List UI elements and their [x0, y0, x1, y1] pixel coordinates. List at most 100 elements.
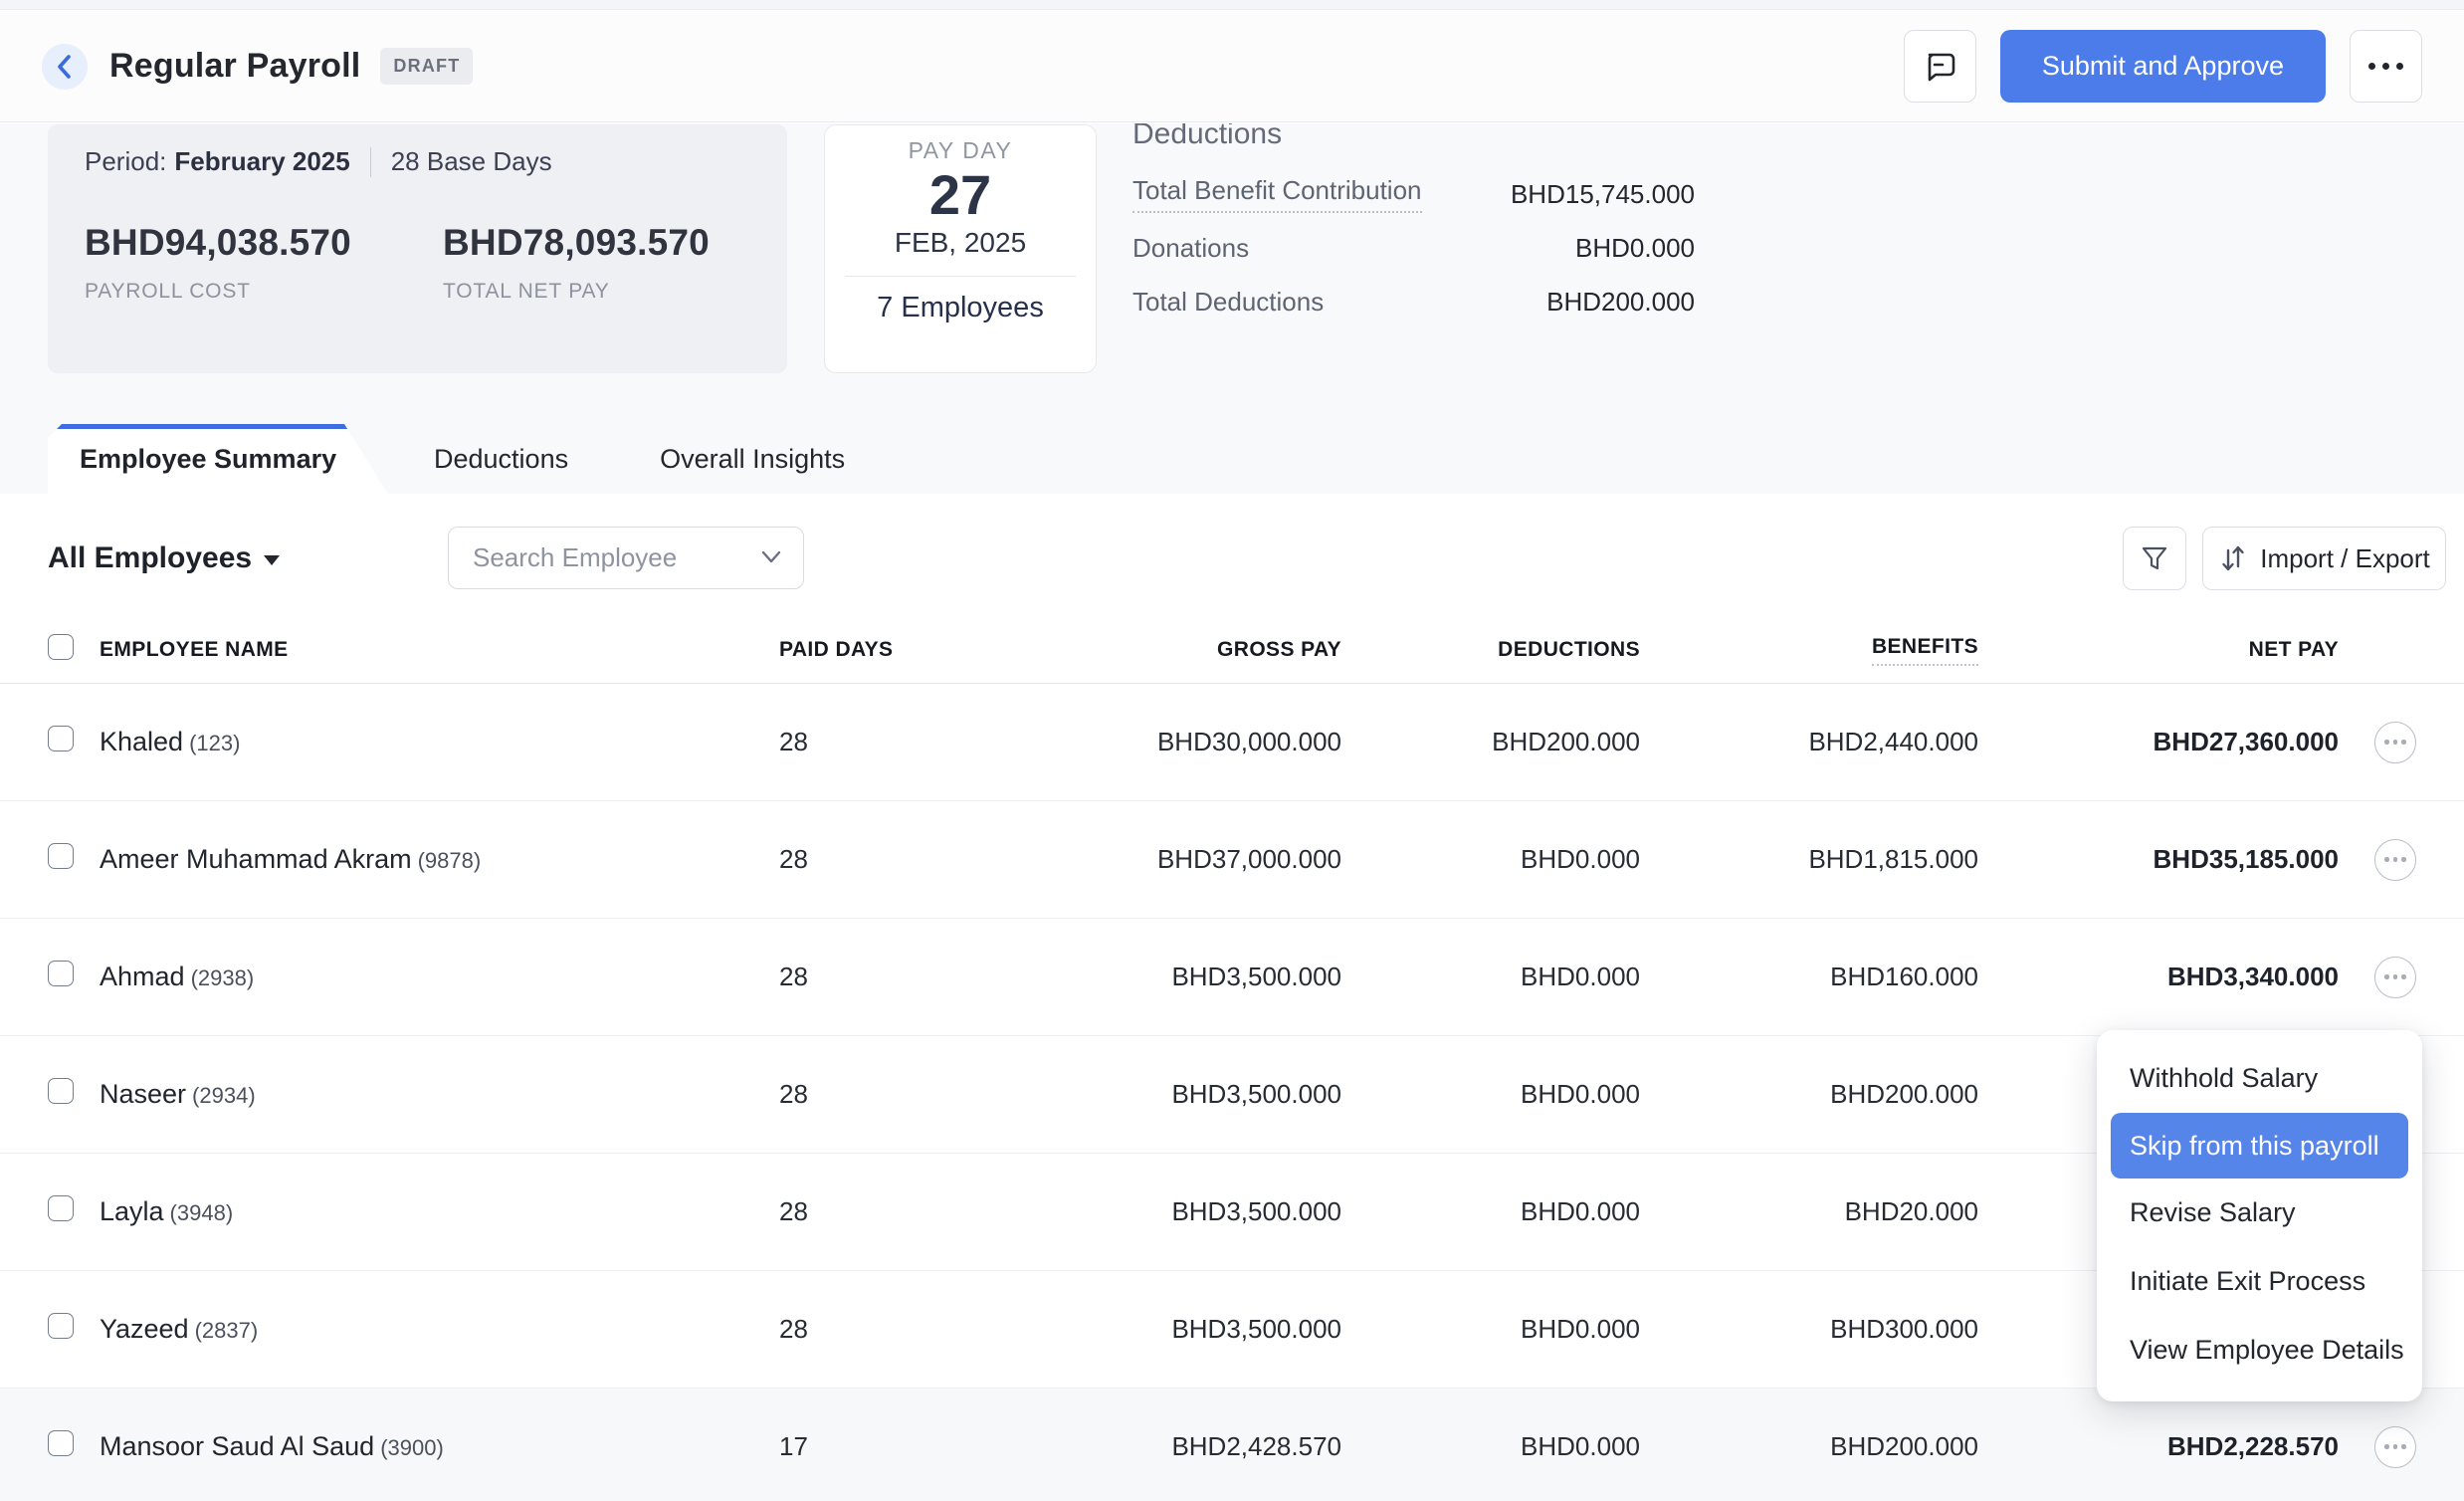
divider [845, 276, 1076, 277]
employee-filter-dropdown[interactable]: All Employees [48, 528, 280, 589]
back-button[interactable] [42, 44, 88, 90]
submit-and-approve-button[interactable]: Submit and Approve [2000, 30, 2326, 103]
payroll-cost-label: PAYROLL COST [85, 280, 443, 304]
base-days: 28 Base Days [391, 146, 552, 177]
gross-pay-cell: BHD3,500.000 [896, 962, 1341, 992]
tabs: Employee SummaryDeductionsOverall Insigh… [48, 424, 891, 494]
paid-days-cell: 28 [779, 727, 896, 757]
row-actions-button[interactable] [2374, 722, 2416, 763]
row-checkbox[interactable] [48, 961, 74, 986]
chevron-left-icon [54, 52, 76, 82]
gross-pay-cell: BHD2,428.570 [896, 1431, 1341, 1462]
table-row[interactable]: Naseer(2934)28BHD3,500.000BHD0.000BHD200… [0, 1036, 2464, 1154]
menu-item-view-employee-details[interactable]: View Employee Details [2097, 1316, 2422, 1385]
total-net-pay-label: TOTAL NET PAY [443, 280, 801, 304]
table-row[interactable]: Mansoor Saud Al Saud(3900)17BHD2,428.570… [0, 1389, 2464, 1501]
total-net-pay-value: BHD78,093.570 [443, 222, 801, 264]
deductions-cell: BHD0.000 [1341, 1314, 1640, 1345]
paid-days-cell: 28 [779, 1196, 896, 1227]
deductions-cell: BHD0.000 [1341, 1196, 1640, 1227]
gross-pay-cell: BHD30,000.000 [896, 727, 1341, 757]
tab-overall-insights[interactable]: Overall Insights [614, 424, 891, 494]
deduction-value: BHD15,745.000 [1511, 179, 1695, 210]
divider [370, 147, 371, 177]
benefits-cell: BHD1,815.000 [1640, 844, 1978, 875]
more-options-button[interactable] [2350, 30, 2422, 103]
row-actions-button[interactable] [2374, 839, 2416, 881]
pay-day-card: PAY DAY 27 FEB, 2025 7 Employees [824, 124, 1097, 373]
benefits-cell: BHD20.000 [1640, 1196, 1978, 1227]
filter-button[interactable] [2123, 527, 2186, 590]
paid-days-cell: 28 [779, 962, 896, 992]
employee-filter-label: All Employees [48, 541, 252, 575]
employee-name-cell: Naseer(2934) [100, 1079, 779, 1110]
deductions-cell: BHD0.000 [1341, 1431, 1640, 1462]
period-value: February 2025 [174, 146, 349, 177]
pay-day-label: PAY DAY [825, 137, 1096, 164]
row-actions-button[interactable] [2374, 1426, 2416, 1468]
row-checkbox[interactable] [48, 1313, 74, 1339]
net-pay-cell: BHD27,360.000 [1978, 727, 2339, 757]
table-body: Khaled(123)28BHD30,000.000BHD200.000BHD2… [0, 684, 2464, 1501]
comment-bubble-icon [1922, 49, 1957, 85]
table-row[interactable]: Layla(3948)28BHD3,500.000BHD0.000BHD20.0… [0, 1154, 2464, 1271]
import-export-arrows-icon [2218, 541, 2248, 575]
deductions-heading: Deductions [1132, 123, 1695, 154]
row-actions-button[interactable] [2374, 957, 2416, 998]
table-row[interactable]: Ahmad(2938)28BHD3,500.000BHD0.000BHD160.… [0, 919, 2464, 1036]
row-checkbox[interactable] [48, 726, 74, 751]
deductions-cell: BHD0.000 [1341, 962, 1640, 992]
row-checkbox[interactable] [48, 1195, 74, 1221]
pay-day-date: 27 [825, 166, 1096, 225]
import-export-label: Import / Export [2260, 543, 2430, 574]
benefits-cell: BHD200.000 [1640, 1079, 1978, 1110]
deduction-label: Donations [1132, 233, 1249, 264]
deduction-value: BHD200.000 [1546, 287, 1695, 318]
deduction-label: Total Deductions [1132, 287, 1324, 318]
deductions-panel: Deductions Total Benefit Contribution BHD… [1132, 123, 1695, 328]
import-export-button[interactable]: Import / Export [2202, 527, 2446, 590]
row-checkbox[interactable] [48, 1078, 74, 1104]
deduction-value: BHD0.000 [1575, 233, 1695, 264]
table-row[interactable]: Yazeed(2837)28BHD3,500.000BHD0.000BHD300… [0, 1271, 2464, 1389]
gross-pay-cell: BHD3,500.000 [896, 1314, 1341, 1345]
paid-days-cell: 28 [779, 1314, 896, 1345]
benefits-cell: BHD300.000 [1640, 1314, 1978, 1345]
deduction-row: Total Benefit Contribution BHD15,745.000 [1132, 167, 1695, 221]
paid-days-cell: 28 [779, 844, 896, 875]
column-paid-days: PAID DAYS [779, 638, 896, 662]
net-pay-cell: BHD3,340.000 [1978, 962, 2339, 992]
benefits-cell: BHD160.000 [1640, 962, 1978, 992]
menu-item-initiate-exit-process[interactable]: Initiate Exit Process [2097, 1247, 2422, 1316]
select-all-checkbox[interactable] [48, 634, 74, 660]
menu-item-withhold-salary[interactable]: Withhold Salary [2097, 1044, 2422, 1113]
deductions-cell: BHD200.000 [1341, 727, 1640, 757]
table-row[interactable]: Ameer Muhammad Akram(9878)28BHD37,000.00… [0, 801, 2464, 919]
deductions-cell: BHD0.000 [1341, 1079, 1640, 1110]
benefits-cell: BHD2,440.000 [1640, 727, 1978, 757]
menu-item-revise-salary[interactable]: Revise Salary [2097, 1179, 2422, 1247]
period-label: Period: [85, 146, 166, 177]
status-badge: DRAFT [380, 48, 473, 85]
table-header: EMPLOYEE NAME PAID DAYS GROSS PAY DEDUCT… [0, 617, 2464, 684]
row-checkbox[interactable] [48, 843, 74, 869]
table-toolbar: All Employees Import / Export [0, 494, 2464, 617]
comments-button[interactable] [1904, 30, 1976, 103]
top-strip [0, 0, 2464, 10]
paid-days-cell: 17 [779, 1431, 896, 1462]
deduction-label: Total Benefit Contribution [1132, 175, 1422, 213]
caret-down-icon [264, 555, 280, 565]
column-net-pay: NET PAY [1978, 638, 2339, 662]
tab-employee-summary[interactable]: Employee Summary [48, 424, 388, 494]
employee-name-cell: Ahmad(2938) [100, 962, 779, 992]
row-checkbox[interactable] [48, 1430, 74, 1456]
employee-name-cell: Ameer Muhammad Akram(9878) [100, 844, 779, 875]
paid-days-cell: 28 [779, 1079, 896, 1110]
table-row[interactable]: Khaled(123)28BHD30,000.000BHD200.000BHD2… [0, 684, 2464, 801]
tab-deductions[interactable]: Deductions [388, 424, 614, 494]
search-employee-input[interactable] [448, 527, 804, 589]
net-pay-cell: BHD35,185.000 [1978, 844, 2339, 875]
menu-item-skip-from-this-payroll[interactable]: Skip from this payroll [2111, 1113, 2408, 1179]
column-benefits: BENEFITS [1640, 635, 1978, 666]
row-context-menu: Withhold SalarySkip from this payrollRev… [2097, 1030, 2422, 1401]
